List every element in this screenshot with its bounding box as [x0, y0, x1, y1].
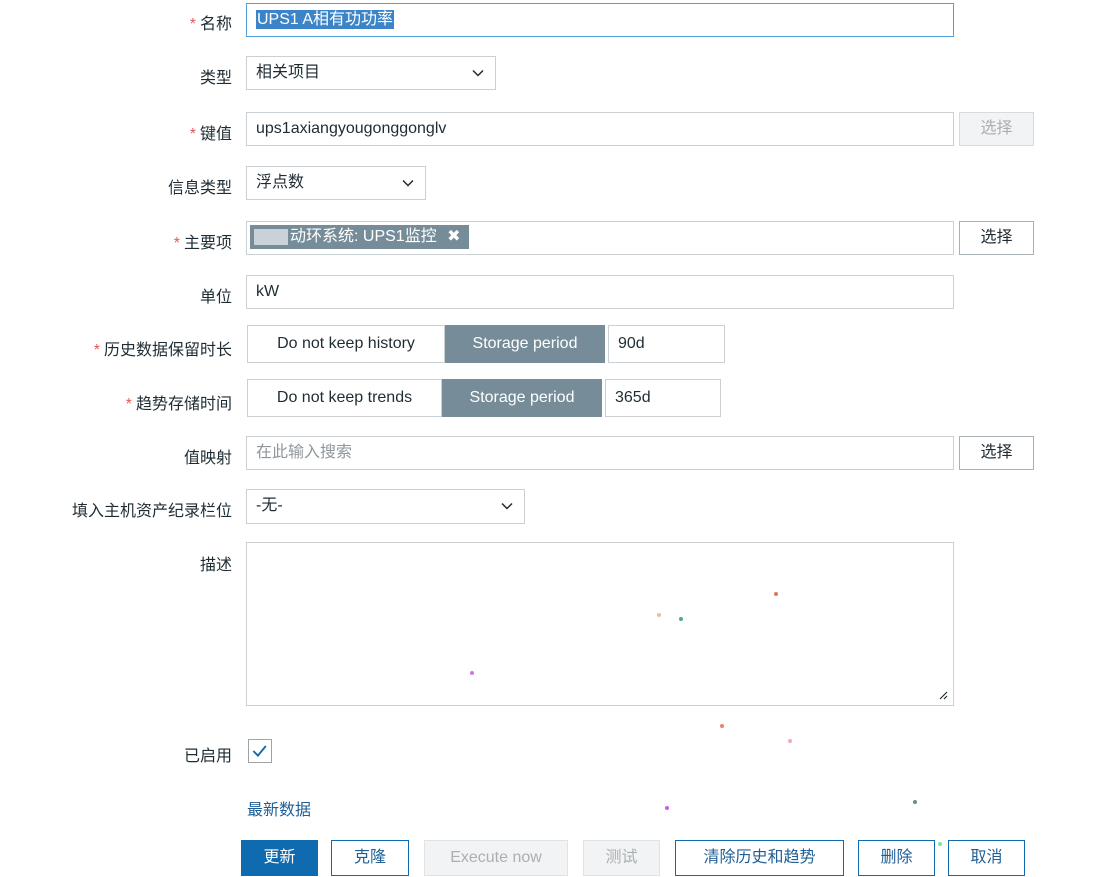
key-select-button[interactable]: 选择: [959, 112, 1034, 146]
history-label: * 历史数据保留时长: [93, 342, 232, 359]
info-type-select[interactable]: 浮点数: [246, 166, 426, 200]
name-label: * 名称: [189, 16, 232, 33]
decorative-dot: [679, 617, 683, 621]
clone-button[interactable]: 克隆: [331, 840, 409, 876]
cancel-button[interactable]: 取消: [948, 840, 1025, 876]
key-input[interactable]: ups1axiangyougonggonglv: [246, 112, 954, 146]
decorative-dot: [938, 842, 942, 846]
execute-now-button[interactable]: Execute now: [424, 840, 568, 876]
decorative-dot: [657, 613, 661, 617]
chevron-down-icon: [501, 502, 513, 510]
inventory-value: -无-: [256, 497, 283, 514]
latest-data-link[interactable]: 最新数据: [247, 796, 311, 820]
remove-tag-icon[interactable]: ✖: [447, 228, 460, 245]
trends-do-not-keep-option[interactable]: Do not keep trends: [247, 379, 442, 417]
clear-history-trends-button[interactable]: 清除历史和趋势: [675, 840, 844, 876]
trends-period-input[interactable]: 365d: [605, 379, 721, 417]
units-value: kW: [256, 283, 280, 300]
resize-handle-icon[interactable]: [938, 690, 948, 700]
units-input[interactable]: kW: [246, 275, 954, 309]
decorative-dot: [788, 739, 792, 743]
history-storage-period-option[interactable]: Storage period: [445, 325, 605, 363]
valuemap-label: 值映射: [183, 450, 232, 467]
description-textarea[interactable]: [246, 542, 954, 706]
update-button[interactable]: 更新: [241, 840, 318, 876]
master-item-label: * 主要项: [173, 235, 232, 252]
enabled-label: 已启用: [183, 748, 232, 765]
units-label: 单位: [199, 289, 232, 306]
delete-button[interactable]: 删除: [858, 840, 935, 876]
key-label: * 键值: [189, 126, 232, 143]
history-period-value: 90d: [618, 335, 645, 352]
valuemap-placeholder: 在此输入搜索: [256, 444, 353, 461]
test-button[interactable]: 测试: [583, 840, 660, 876]
inventory-label: 填入主机资产纪录栏位: [71, 503, 232, 520]
decorative-dot: [774, 592, 778, 596]
chevron-down-icon: [472, 69, 484, 77]
history-period-input[interactable]: 90d: [608, 325, 725, 363]
trends-storage-period-option[interactable]: Storage period: [442, 379, 602, 417]
description-label: 描述: [199, 557, 232, 574]
decorative-dot: [665, 806, 669, 810]
master-item-tag-text: 动环系统: UPS1监控: [290, 228, 437, 245]
master-item-select-button[interactable]: 选择: [959, 221, 1034, 255]
chevron-down-icon: [402, 179, 414, 187]
type-value: 相关项目: [256, 64, 321, 81]
type-label: 类型: [199, 70, 232, 87]
redacted-area: [254, 228, 288, 245]
trends-period-value: 365d: [615, 389, 651, 406]
history-do-not-keep-option[interactable]: Do not keep history: [247, 325, 445, 363]
key-value: ups1axiangyougonggonglv: [256, 120, 447, 137]
enabled-checkbox[interactable]: [248, 739, 272, 763]
type-select[interactable]: 相关项目: [246, 56, 496, 90]
name-value: UPS1 A相有功功率: [256, 10, 395, 29]
master-item-tag: 动环系统: UPS1监控 ✖: [250, 225, 469, 249]
checkmark-icon: [252, 745, 267, 757]
info-type-value: 浮点数: [256, 174, 305, 191]
inventory-select[interactable]: -无-: [246, 489, 525, 524]
valuemap-search-input[interactable]: 在此输入搜索: [246, 436, 954, 470]
decorative-dot: [913, 800, 917, 804]
valuemap-select-button[interactable]: 选择: [959, 436, 1034, 470]
decorative-dot: [470, 671, 474, 675]
trends-label: * 趋势存储时间: [125, 396, 232, 413]
name-input[interactable]: UPS1 A相有功功率: [246, 3, 954, 37]
info-type-label: 信息类型: [167, 180, 232, 197]
decorative-dot: [720, 724, 724, 728]
